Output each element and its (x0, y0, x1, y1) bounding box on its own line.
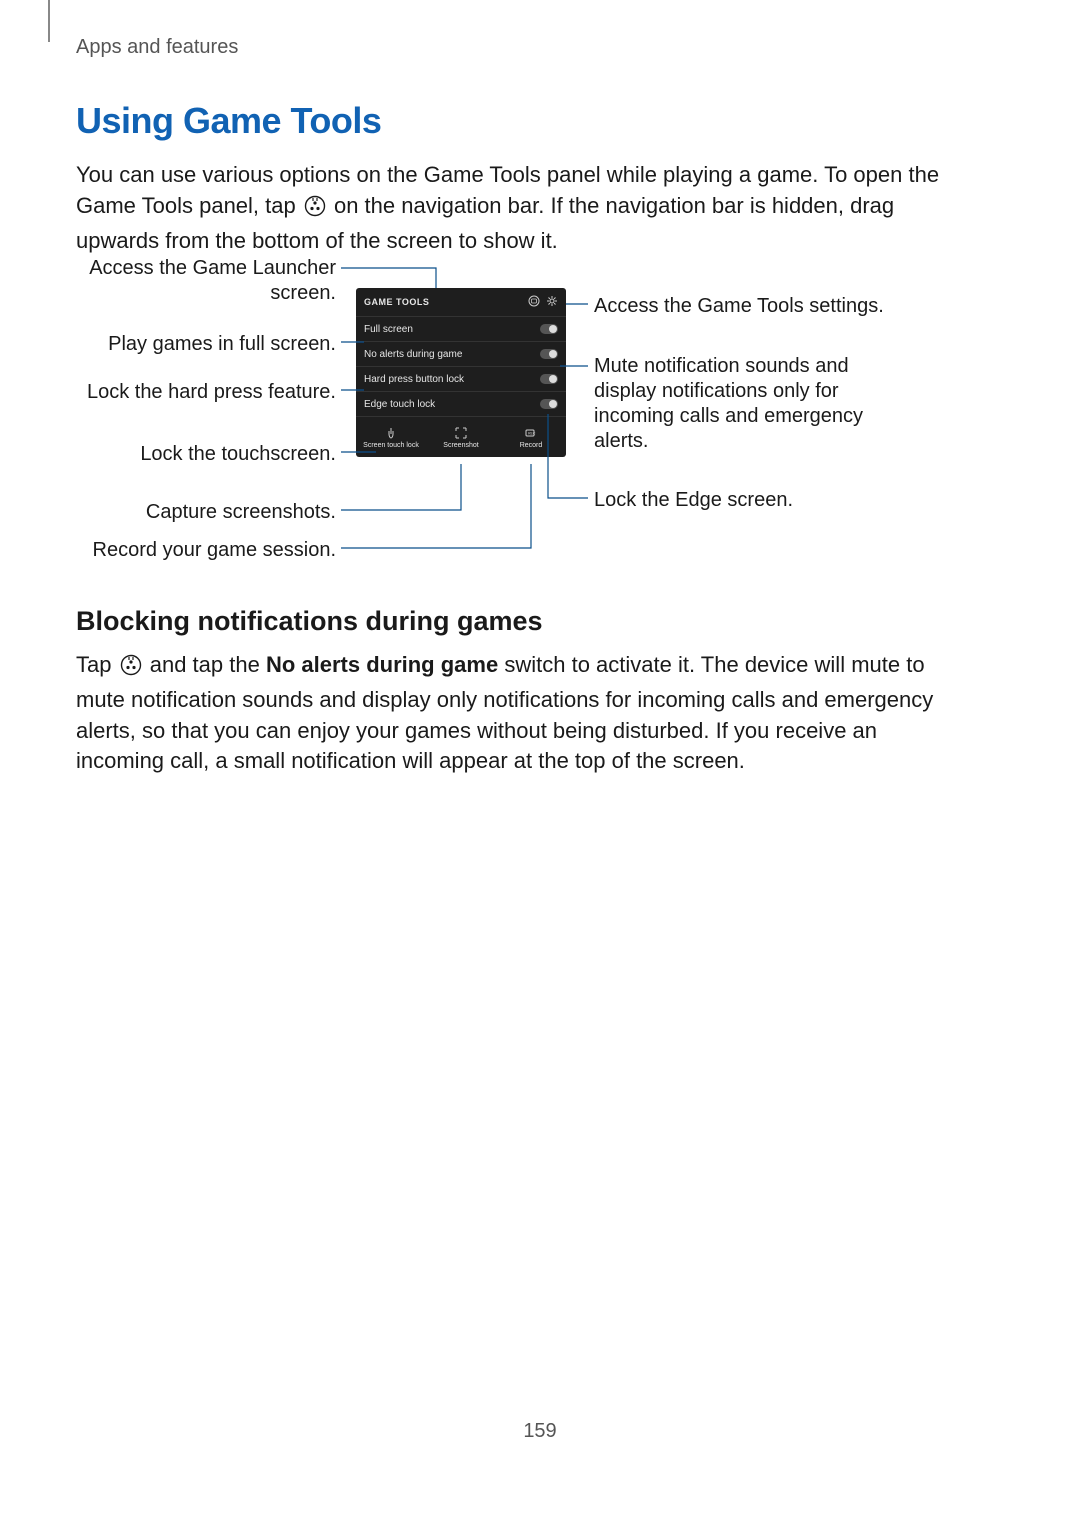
touch-lock-icon (384, 426, 398, 440)
page-number: 159 (0, 1420, 1080, 1443)
page-title: Using Game Tools (76, 100, 381, 142)
toggle-label-edge-touch: Edge touch lock (364, 399, 435, 410)
toggle-row-no-alerts[interactable]: No alerts during game (356, 341, 566, 366)
action-label: Record (520, 442, 543, 449)
action-screen-touch-lock[interactable]: Screen touch lock (356, 417, 426, 457)
record-icon: REC (524, 426, 538, 440)
toggle-icon[interactable] (540, 349, 558, 359)
action-label: Screen touch lock (363, 442, 419, 449)
toggle-row-full-screen[interactable]: Full screen (356, 316, 566, 341)
settings-icon[interactable] (546, 295, 558, 309)
panel-actions: Screen touch lock Screenshot REC Record (356, 416, 566, 457)
toggle-row-hard-press[interactable]: Hard press button lock (356, 366, 566, 391)
toggle-label-no-alerts: No alerts during game (364, 349, 462, 360)
blocking-text-before: Tap (76, 652, 118, 677)
toggle-icon[interactable] (540, 324, 558, 334)
label-mute: Mute notification sounds and display not… (594, 354, 914, 454)
label-hard-press: Lock the hard press feature. (76, 380, 336, 405)
launcher-icon[interactable] (528, 295, 540, 309)
action-screenshot[interactable]: Screenshot (426, 417, 496, 457)
toggle-label-hard-press: Hard press button lock (364, 374, 464, 385)
game-tools-diagram: Access the Game Launcher screen. Play ga… (76, 254, 946, 574)
label-touchscreen: Lock the touchscreen. (76, 442, 336, 467)
toggle-icon[interactable] (540, 374, 558, 384)
panel-header: GAME TOOLS (356, 288, 566, 316)
label-screenshots: Capture screenshots. (76, 500, 336, 525)
label-settings: Access the Game Tools settings. (594, 294, 914, 319)
svg-text:REC: REC (528, 431, 536, 435)
toggle-icon[interactable] (540, 399, 558, 409)
breadcrumb: Apps and features (76, 36, 238, 59)
page-edge-mark (48, 0, 50, 42)
label-record: Record your game session. (76, 538, 336, 563)
action-record[interactable]: REC Record (496, 417, 566, 457)
toggle-row-edge-touch[interactable]: Edge touch lock (356, 391, 566, 416)
blocking-bold: No alerts during game (266, 652, 498, 677)
action-label: Screenshot (443, 442, 478, 449)
blocking-text-after: and tap the (150, 652, 266, 677)
blocking-paragraph: Tap and tap the No alerts during game sw… (76, 650, 946, 777)
label-launcher: Access the Game Launcher screen. (76, 256, 336, 306)
panel-title: GAME TOOLS (364, 297, 429, 307)
section-heading: Blocking notifications during games (76, 606, 543, 637)
label-edge: Lock the Edge screen. (594, 488, 914, 513)
toggle-label-full-screen: Full screen (364, 324, 413, 335)
game-tools-icon (304, 195, 326, 226)
intro-paragraph: You can use various options on the Game … (76, 160, 946, 256)
game-tools-panel: GAME TOOLS Full screen No alerts during … (356, 288, 566, 457)
game-tools-icon (120, 654, 142, 685)
label-full-screen: Play games in full screen. (76, 332, 336, 357)
screenshot-icon (454, 426, 468, 440)
